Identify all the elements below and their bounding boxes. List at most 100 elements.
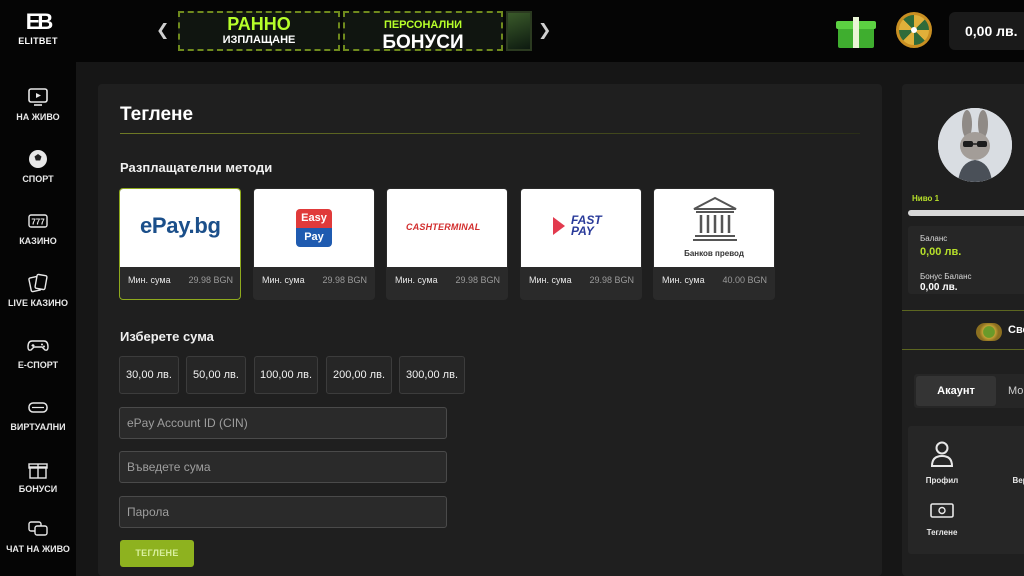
wallet-row-label: Сво xyxy=(1008,324,1024,336)
amount-button-200[interactable]: 200,00 лв. xyxy=(326,356,392,394)
fastpay-logo: FAST PAY xyxy=(521,189,641,267)
svg-text:777: 777 xyxy=(31,218,45,227)
elitbet-logo[interactable]: EB ELITBET xyxy=(10,10,66,52)
sidebar-item-label: БОНУСИ xyxy=(18,484,58,494)
chat-icon xyxy=(28,521,48,536)
method-card-bank-transfer[interactable]: Банков превод Мин. сума 40.00 BGN xyxy=(653,188,775,300)
method-card-easypay[interactable]: Easy Pay Мин. сума 29.98 BGN xyxy=(253,188,375,300)
promo-title: РАННО xyxy=(227,14,291,34)
menu-item-label: Профил xyxy=(925,476,959,485)
bank-transfer-label: Банков превод xyxy=(684,249,744,258)
promo-subtitle: БОНУСИ xyxy=(382,32,464,53)
sidebar-item-label: ВИРТУАЛНИ xyxy=(10,422,66,432)
fastpay-logo-bottom: PAY xyxy=(571,224,594,238)
min-amount-value: 29.98 BGN xyxy=(455,275,500,285)
choose-amount-label: Изберете сума xyxy=(120,329,214,344)
promo-banner-early-payout[interactable]: РАННО ИЗПЛАЩАНЕ xyxy=(178,11,340,51)
method-card-cashterminal[interactable]: CASHTERMINAL Мин. сума 29.98 BGN xyxy=(386,188,508,300)
balance-label: Баланс xyxy=(920,234,948,243)
easypay-logo-top: Easy xyxy=(296,209,332,228)
amount-button-50[interactable]: 50,00 лв. xyxy=(186,356,246,394)
sidebar-item-label: LIVE КАЗИНО xyxy=(7,298,69,308)
chevron-right-icon[interactable]: ❯ xyxy=(538,20,551,40)
min-amount-label: Мин. сума xyxy=(128,275,171,285)
vr-headset-icon xyxy=(28,402,48,413)
bank-transfer-logo: Банков превод xyxy=(654,189,774,267)
epay-logo: ePay.bg xyxy=(120,189,240,267)
tab-account[interactable]: Акаунт xyxy=(916,376,996,406)
level-progress-bar xyxy=(908,210,1024,216)
sidebar-item-label: СПОРТ xyxy=(22,174,54,184)
balance-box: Баланс 0,00 лв. Бонус Баланс 0,00 лв. xyxy=(908,226,1024,294)
top-bar: EB ELITBET ❮ РАННО ИЗПЛАЩАНЕ ПЕРСОНАЛНИ … xyxy=(0,0,1024,62)
promo-banner-personal-bonuses[interactable]: ПЕРСОНАЛНИ БОНУСИ xyxy=(343,11,503,53)
method-card-fastpay[interactable]: FAST PAY Мин. сума 29.98 BGN xyxy=(520,188,642,300)
cards-icon xyxy=(28,273,48,293)
sidebar-item-live-chat[interactable]: ЧАТ НА ЖИВО xyxy=(0,518,76,555)
amount-button-30[interactable]: 30,00 лв. xyxy=(119,356,179,394)
bonus-balance-label: Бонус Баланс xyxy=(920,272,972,281)
title-divider xyxy=(120,133,860,134)
sidebar-item-virtual[interactable]: ВИРТУАЛНИ xyxy=(0,396,76,433)
header-balance[interactable]: 0,00 лв. xyxy=(949,12,1024,50)
amount-input[interactable]: Въведете сума xyxy=(119,451,447,483)
sidebar-item-bonuses[interactable]: БОНУСИ xyxy=(0,458,76,495)
tv-play-icon xyxy=(28,88,48,106)
password-input[interactable]: Парола xyxy=(119,496,447,528)
sidebar-item-sport[interactable]: СПОРТ xyxy=(0,148,76,185)
account-menu-grid: Профил Вер Теглене xyxy=(908,426,1024,554)
sidebar-item-live-casino[interactable]: LIVE КАЗИНО xyxy=(0,272,76,309)
tab-more[interactable]: Мо xyxy=(1008,374,1023,408)
payment-methods-label: Разплащателни методи xyxy=(120,160,273,175)
min-amount-label: Мин. сума xyxy=(395,275,438,285)
profile-tabs: Акаунт Мо xyxy=(914,374,1024,408)
menu-item-label: Вер xyxy=(1012,476,1024,485)
menu-item-withdrawal[interactable]: Теглене xyxy=(912,502,972,537)
min-amount-value: 29.98 BGN xyxy=(188,275,233,285)
min-amount-value: 29.98 BGN xyxy=(322,275,367,285)
amount-button-100[interactable]: 100,00 лв. xyxy=(254,356,318,394)
rabbit-avatar-icon xyxy=(938,108,1012,182)
profile-panel: Ниво 1 Баланс 0,00 лв. Бонус Баланс 0,00… xyxy=(902,84,1024,576)
menu-item-profile[interactable]: Профил xyxy=(912,440,972,485)
gift-outline-icon xyxy=(28,463,48,479)
min-amount-label: Мин. сума xyxy=(662,275,705,285)
min-amount-value: 40.00 BGN xyxy=(722,275,767,285)
wallet-row[interactable]: Сво xyxy=(902,310,1024,350)
promo-banner-partial[interactable] xyxy=(506,11,532,51)
gift-icon[interactable] xyxy=(836,14,876,48)
bank-building-icon xyxy=(693,196,737,241)
chevron-left-icon[interactable]: ❮ xyxy=(156,20,169,40)
promo-subtitle: ИЗПЛАЩАНЕ xyxy=(222,34,296,46)
cashterminal-logo: CASHTERMINAL xyxy=(387,189,507,267)
sidebar-item-label: Е-СПОРТ xyxy=(17,360,59,370)
bonus-balance-value: 0,00 лв. xyxy=(920,282,958,293)
logo-mark: EB xyxy=(25,9,54,34)
sidebar-item-esport[interactable]: Е-СПОРТ xyxy=(0,334,76,371)
amount-button-300[interactable]: 300,00 лв. xyxy=(399,356,465,394)
method-card-epay[interactable]: ePay.bg Мин. сума 29.98 BGN xyxy=(119,188,241,300)
gamepad-icon xyxy=(27,340,49,351)
epay-logo-text: ePay.bg xyxy=(140,213,221,238)
menu-item-label: Теглене xyxy=(926,528,958,537)
balance-value: 0,00 лв. xyxy=(920,246,962,258)
easypay-logo: Easy Pay xyxy=(254,189,374,267)
logo-wordmark: ELITBET xyxy=(18,36,58,46)
epay-account-input[interactable]: ePay Account ID (CIN) xyxy=(119,407,447,439)
verify-icon xyxy=(1007,440,1024,468)
sidebar: НА ЖИВО СПОРТ 777 КАЗИНО LIVE КАЗИНО Е-С… xyxy=(0,62,76,576)
user-icon xyxy=(930,441,954,467)
soccer-ball-icon xyxy=(29,150,47,168)
sidebar-item-label: ЧАТ НА ЖИВО xyxy=(6,544,70,554)
avatar[interactable] xyxy=(938,108,1012,182)
easypay-logo-bottom: Pay xyxy=(296,228,332,247)
coin-badge-icon xyxy=(976,323,1002,341)
fortune-wheel-icon[interactable] xyxy=(896,12,932,48)
sidebar-item-live[interactable]: НА ЖИВО xyxy=(0,86,76,123)
cashterminal-logo-text: CASHTERMINAL xyxy=(406,222,481,232)
sidebar-item-casino[interactable]: 777 КАЗИНО xyxy=(0,210,76,247)
level-label: Ниво 1 xyxy=(912,194,940,203)
menu-item-verification[interactable]: Вер xyxy=(990,440,1024,485)
withdraw-button[interactable]: ТЕГЛЕНЕ xyxy=(120,540,194,567)
slot-777-icon: 777 xyxy=(28,214,48,228)
